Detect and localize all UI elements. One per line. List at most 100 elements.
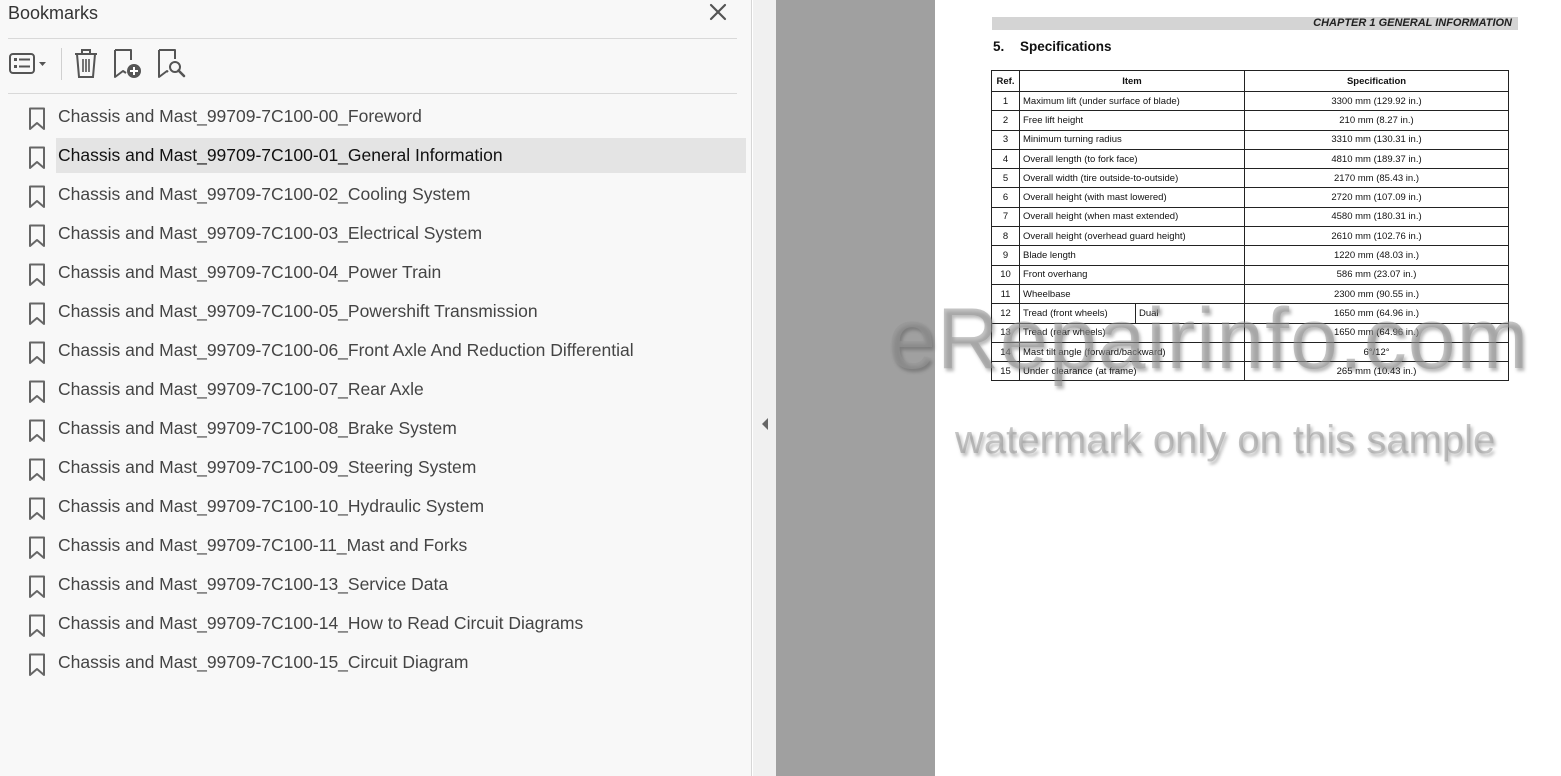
document-page: CHAPTER 1 GENERAL INFORMATION 5. Specifi…	[935, 0, 1561, 776]
table-row: 14 Mast tilt angle (forward/backward) 6°…	[991, 341, 1509, 363]
table-row: 2 Free lift height 210 mm (8.27 in.)	[991, 110, 1509, 131]
bookmark-label: Chassis and Mast_99709-7C100-03_Electric…	[58, 223, 483, 243]
cell-item: Wheelbase	[1019, 283, 1245, 305]
bookmark-icon	[29, 341, 45, 364]
table-row: 7 Overall height (when mast extended) 45…	[991, 206, 1509, 228]
bookmark-icon	[29, 107, 45, 130]
cell-ref: 3	[991, 129, 1020, 150]
toolbar-divider-line	[8, 93, 737, 94]
table-row: 4 Overall length (to fork face) 4810 mm …	[991, 148, 1509, 170]
bookmark-item[interactable]: Chassis and Mast_99709-7C100-11_Mast and…	[0, 528, 752, 567]
table-row: 9 Blade length 1220 mm (48.03 in.)	[991, 245, 1509, 266]
cell-ref: 4	[991, 148, 1020, 170]
cell-item: Blade length	[1019, 245, 1245, 266]
bookmark-item[interactable]: Chassis and Mast_99709-7C100-05_Powershi…	[0, 294, 752, 333]
bookmark-item[interactable]: Chassis and Mast_99709-7C100-04_Power Tr…	[0, 255, 752, 294]
cell-ref: 15	[991, 361, 1020, 382]
cell-item: Overall length (to fork face)	[1019, 148, 1245, 170]
cell-item: Tread (rear wheels)	[1019, 322, 1245, 343]
bookmark-icon	[29, 614, 45, 637]
cell-item: Free lift height	[1019, 110, 1245, 131]
bookmark-icon	[29, 536, 45, 559]
cell-spec: 1650 mm (64.96 in.)	[1244, 303, 1509, 324]
cell-ref: 9	[991, 245, 1020, 266]
cell-item: Minimum turning radius	[1019, 129, 1245, 150]
bookmark-item[interactable]: Chassis and Mast_99709-7C100-08_Brake Sy…	[0, 411, 752, 450]
toolbar-divider	[61, 48, 62, 80]
header-ref: Ref.	[991, 70, 1020, 92]
bookmark-add-icon	[114, 49, 141, 78]
bookmark-icon	[29, 302, 45, 325]
bookmark-item[interactable]: Chassis and Mast_99709-7C100-03_Electric…	[0, 216, 752, 255]
bookmark-label: Chassis and Mast_99709-7C100-04_Power Tr…	[58, 262, 442, 282]
bookmark-icon	[29, 146, 45, 169]
table-row: 5 Overall width (tire outside-to-outside…	[991, 168, 1509, 189]
cell-item: Overall height (overhead guard height)	[1019, 226, 1245, 247]
bookmark-label: Chassis and Mast_99709-7C100-08_Brake Sy…	[58, 418, 457, 438]
cell-ref: 7	[991, 206, 1020, 228]
cell-item-sub: Dual	[1135, 303, 1245, 324]
cell-ref: 10	[991, 264, 1020, 285]
cell-spec: 2720 mm (107.09 in.)	[1244, 187, 1509, 208]
bookmark-item-selected[interactable]: Chassis and Mast_99709-7C100-01_General …	[0, 138, 752, 177]
options-menu-button[interactable]	[8, 46, 52, 82]
cell-item: Tread (front wheels)	[1019, 303, 1136, 324]
bookmark-item[interactable]: Chassis and Mast_99709-7C100-02_Cooling …	[0, 177, 752, 216]
cell-item: Mast tilt angle (forward/backward)	[1019, 341, 1245, 363]
bookmark-item[interactable]: Chassis and Mast_99709-7C100-15_Circuit …	[0, 645, 752, 684]
delete-bookmark-button[interactable]	[72, 46, 100, 82]
bookmark-item[interactable]: Chassis and Mast_99709-7C100-00_Foreword	[0, 99, 752, 138]
cell-ref: 13	[991, 322, 1020, 343]
cell-spec: 3310 mm (130.31 in.)	[1244, 129, 1509, 150]
bookmark-label: Chassis and Mast_99709-7C100-11_Mast and…	[58, 535, 468, 555]
cell-ref: 1	[991, 90, 1020, 112]
cell-ref: 2	[991, 110, 1020, 131]
bookmark-label: Chassis and Mast_99709-7C100-14_How to R…	[58, 613, 584, 633]
table-row: 11 Wheelbase 2300 mm (90.55 in.)	[991, 283, 1509, 305]
panel-divider	[8, 38, 737, 39]
header-specification: Specification	[1244, 70, 1509, 92]
specifications-table: Ref. Item Specification 1 Maximum lift (…	[991, 70, 1509, 382]
cell-spec: 4810 mm (189.37 in.)	[1244, 148, 1509, 170]
bookmark-item[interactable]: Chassis and Mast_99709-7C100-10_Hydrauli…	[0, 489, 752, 528]
bookmark-item[interactable]: Chassis and Mast_99709-7C100-07_Rear Axl…	[0, 372, 752, 411]
table-row: 15 Under clearance (at frame) 265 mm (10…	[991, 361, 1509, 382]
close-panel-button[interactable]	[706, 0, 730, 24]
cell-ref: 12	[991, 303, 1020, 324]
find-bookmark-button[interactable]	[156, 46, 188, 82]
bookmark-icon	[29, 263, 45, 286]
bookmark-label: Chassis and Mast_99709-7C100-13_Service …	[58, 574, 449, 594]
panel-collapse-strip[interactable]	[753, 0, 776, 776]
cell-spec: 4580 mm (180.31 in.)	[1244, 206, 1509, 228]
table-row: 8 Overall height (overhead guard height)…	[991, 226, 1509, 247]
bookmarks-toolbar	[0, 46, 752, 86]
bookmark-item[interactable]: Chassis and Mast_99709-7C100-13_Service …	[0, 567, 752, 606]
bookmark-icon	[29, 497, 45, 520]
bookmark-label: Chassis and Mast_99709-7C100-02_Cooling …	[58, 184, 471, 204]
bookmark-item[interactable]: Chassis and Mast_99709-7C100-09_Steering…	[0, 450, 752, 489]
cell-item: Overall height (when mast extended)	[1019, 206, 1245, 228]
bookmark-label: Chassis and Mast_99709-7C100-05_Powershi…	[58, 301, 538, 321]
collapse-left-arrow-icon[interactable]	[760, 417, 770, 431]
cell-item: Overall width (tire outside-to-outside)	[1019, 168, 1245, 189]
header-item: Item	[1019, 70, 1245, 92]
bookmark-label: Chassis and Mast_99709-7C100-01_General …	[58, 145, 503, 165]
bookmark-list: Chassis and Mast_99709-7C100-00_Foreword…	[0, 99, 752, 684]
cell-item: Under clearance (at frame)	[1019, 361, 1245, 382]
table-row: 10 Front overhang 586 mm (23.07 in.)	[991, 264, 1509, 285]
bookmark-item[interactable]: Chassis and Mast_99709-7C100-06_Front Ax…	[0, 333, 752, 372]
bookmark-item[interactable]: Chassis and Mast_99709-7C100-14_How to R…	[0, 606, 752, 645]
bookmark-icon	[29, 419, 45, 442]
cell-ref: 6	[991, 187, 1020, 208]
bookmark-icon	[29, 380, 45, 403]
bookmark-label: Chassis and Mast_99709-7C100-06_Front Ax…	[58, 340, 634, 360]
new-bookmark-button[interactable]	[112, 46, 144, 82]
cell-spec: 2170 mm (85.43 in.)	[1244, 168, 1509, 189]
cell-item: Maximum lift (under surface of blade)	[1019, 90, 1245, 112]
bookmark-icon	[29, 458, 45, 481]
table-row: 1 Maximum lift (under surface of blade) …	[991, 90, 1509, 112]
cell-item: Front overhang	[1019, 264, 1245, 285]
section-title: Specifications	[1020, 39, 1112, 54]
document-background	[776, 0, 935, 776]
bookmark-label: Chassis and Mast_99709-7C100-07_Rear Axl…	[58, 379, 424, 399]
